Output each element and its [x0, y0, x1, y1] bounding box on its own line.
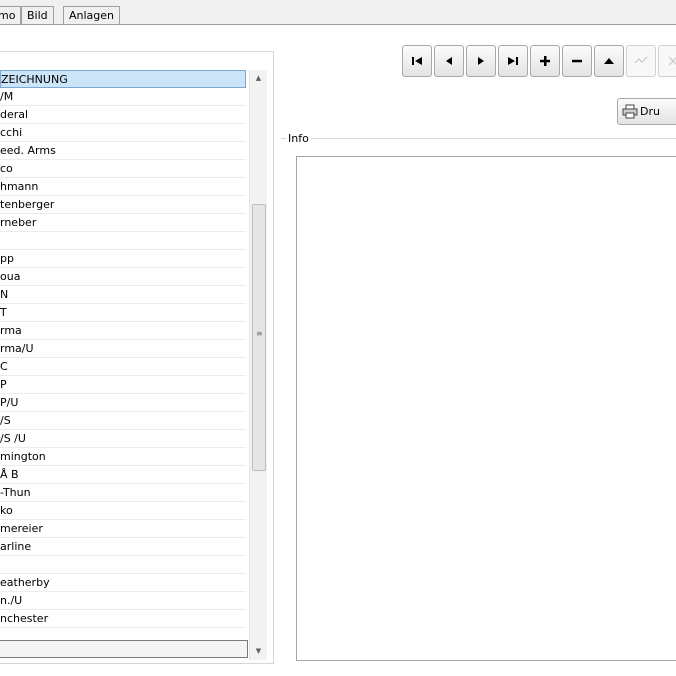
- list-item[interactable]: P/U: [0, 394, 246, 412]
- list-item[interactable]: deral: [0, 106, 246, 124]
- list-item[interactable]: Å B: [0, 466, 246, 484]
- list-scrollbar[interactable]: ▲ ≡ ▼: [249, 70, 267, 660]
- prev-record-button[interactable]: [434, 45, 464, 77]
- post-record-button[interactable]: [626, 45, 656, 77]
- list-item[interactable]: N: [0, 286, 246, 304]
- scroll-up-arrow-icon[interactable]: ▲: [250, 70, 267, 87]
- tab-bild[interactable]: Bild: [21, 6, 54, 24]
- check-icon: [634, 56, 648, 66]
- edit-record-button[interactable]: [594, 45, 624, 77]
- list-item[interactable]: -Thun: [0, 484, 246, 502]
- next-record-button[interactable]: [466, 45, 496, 77]
- list-item[interactable]: arline: [0, 538, 246, 556]
- list-item[interactable]: cchi: [0, 124, 246, 142]
- list-item[interactable]: n./U: [0, 592, 246, 610]
- list-item[interactable]: /M: [0, 88, 246, 106]
- list-item[interactable]: eatherby: [0, 574, 246, 592]
- scroll-down-arrow-icon[interactable]: ▼: [250, 643, 267, 660]
- next-icon: [476, 56, 486, 66]
- list-item[interactable]: P: [0, 376, 246, 394]
- up-triangle-icon: [603, 56, 615, 66]
- prev-icon: [444, 56, 454, 66]
- info-group-label: Info: [286, 132, 311, 145]
- print-button[interactable]: Dru: [617, 98, 676, 125]
- add-record-button[interactable]: [530, 45, 560, 77]
- list-item[interactable]: tenberger: [0, 196, 246, 214]
- list-item[interactable]: rma/U: [0, 340, 246, 358]
- printer-icon: [622, 104, 638, 119]
- print-button-label: Dru: [640, 105, 660, 118]
- tab-memo[interactable]: mo: [0, 6, 22, 24]
- list-item[interactable]: rma: [0, 322, 246, 340]
- minus-icon: [571, 55, 583, 67]
- cancel-record-button[interactable]: [658, 45, 676, 77]
- list-item[interactable]: mington: [0, 448, 246, 466]
- plus-icon: [539, 55, 551, 67]
- tab-bar: mo Bild Anlagen: [0, 0, 676, 25]
- list-item[interactable]: nchester: [0, 610, 246, 628]
- bottom-input-field[interactable]: [0, 640, 248, 658]
- cross-icon: [667, 55, 676, 67]
- list-item[interactable]: [0, 556, 246, 574]
- last-record-button[interactable]: [498, 45, 528, 77]
- list-item[interactable]: T: [0, 304, 246, 322]
- list-item[interactable]: mereier: [0, 520, 246, 538]
- list-item[interactable]: rneber: [0, 214, 246, 232]
- list-item[interactable]: /S /U: [0, 430, 246, 448]
- list-item[interactable]: hmann: [0, 178, 246, 196]
- list-item[interactable]: /S: [0, 412, 246, 430]
- grip-icon: ≡: [256, 329, 263, 338]
- first-icon: [411, 56, 423, 66]
- list-item[interactable]: co: [0, 160, 246, 178]
- last-icon: [507, 56, 519, 66]
- list-item[interactable]: eed. Arms: [0, 142, 246, 160]
- list-item[interactable]: oua: [0, 268, 246, 286]
- list-item[interactable]: ZEICHNUNG: [0, 70, 246, 88]
- list-item[interactable]: C: [0, 358, 246, 376]
- delete-record-button[interactable]: [562, 45, 592, 77]
- list-item[interactable]: [0, 232, 246, 250]
- manufacturer-list[interactable]: ZEICHNUNG/M deral cchi eed. Arms co hmann tenb…: [0, 70, 246, 628]
- tab-anlagen[interactable]: Anlagen: [63, 6, 121, 24]
- list-item[interactable]: ko: [0, 502, 246, 520]
- first-record-button[interactable]: [402, 45, 432, 77]
- info-textarea[interactable]: [296, 156, 676, 661]
- scroll-thumb[interactable]: ≡: [252, 204, 266, 471]
- list-item[interactable]: pp: [0, 250, 246, 268]
